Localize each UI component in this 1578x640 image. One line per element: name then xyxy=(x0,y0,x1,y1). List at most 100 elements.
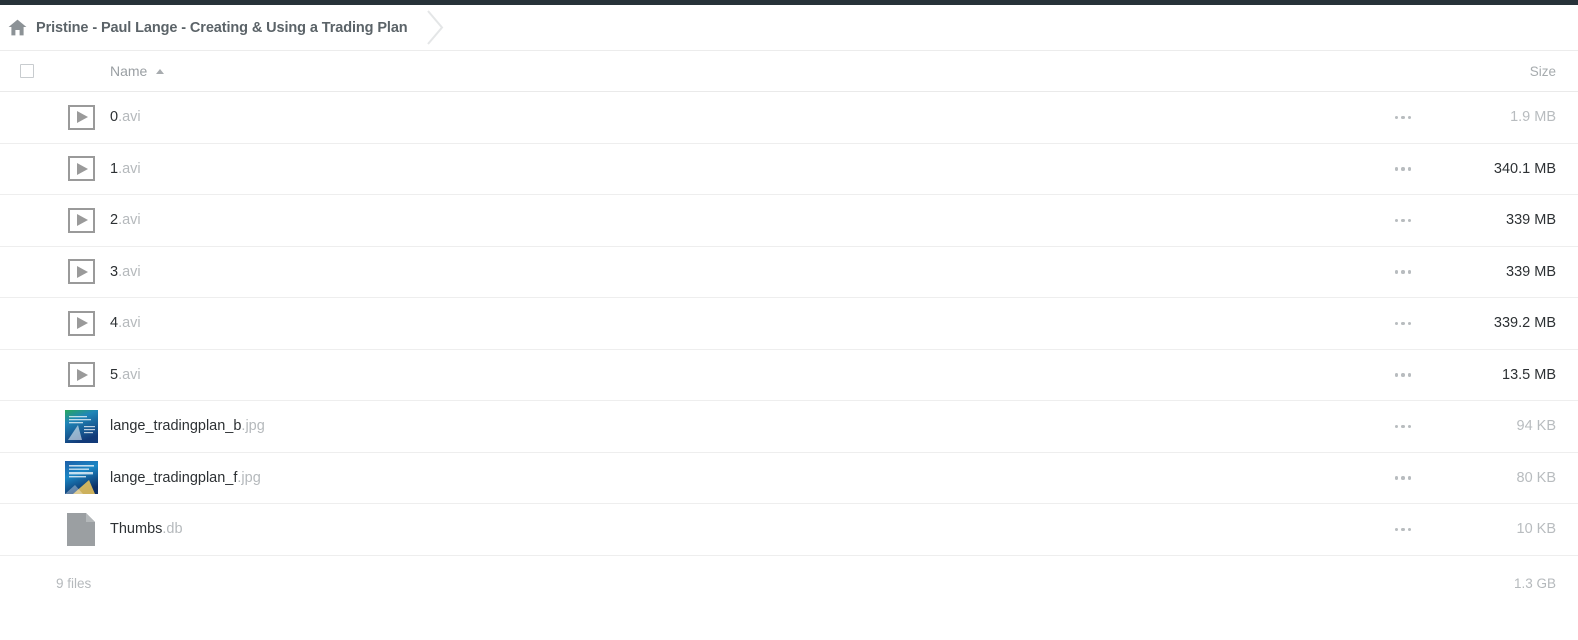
file-size-value: 10 KB xyxy=(1516,521,1557,538)
table-row[interactable]: lange_tradingplan_f .jpg 80 KB xyxy=(0,452,1578,504)
table-row[interactable]: 4 .avi 339.2 MB xyxy=(0,298,1578,350)
file-basename: Thumbs xyxy=(110,521,163,538)
image-thumbnail-b xyxy=(64,409,98,443)
row-menu-cell xyxy=(1358,419,1448,435)
file-icon-cell xyxy=(54,104,108,130)
file-basename: 3 xyxy=(110,263,119,280)
file-icon-cell xyxy=(54,362,108,388)
more-options-icon[interactable] xyxy=(1389,419,1418,435)
row-menu-cell xyxy=(1358,470,1448,486)
file-size-value: 80 KB xyxy=(1516,469,1557,486)
file-name-cell[interactable]: 2 .avi xyxy=(108,212,1358,228)
column-header-name-label: Name xyxy=(110,63,148,79)
breadcrumb: Pristine - Paul Lange - Creating & Using… xyxy=(0,5,1578,50)
file-name-cell[interactable]: 0 .avi xyxy=(108,109,1358,125)
file-icon-cell xyxy=(54,156,108,182)
file-size-value: 339 MB xyxy=(1506,263,1556,280)
file-icon-cell xyxy=(54,409,108,443)
file-size-cell: 339.2 MB xyxy=(1448,315,1578,331)
file-extension: .jpg xyxy=(237,469,261,486)
table-row[interactable]: 2 .avi 339 MB xyxy=(0,195,1578,247)
file-size-value: 340.1 MB xyxy=(1493,160,1556,177)
more-options-icon[interactable] xyxy=(1389,470,1418,486)
file-basename: 2 xyxy=(110,212,119,229)
file-extension: .avi xyxy=(118,366,141,383)
file-icon-cell xyxy=(54,259,108,285)
home-icon xyxy=(8,19,27,36)
header-checkbox-cell xyxy=(0,64,54,78)
video-play-icon xyxy=(67,310,95,336)
more-options-icon[interactable] xyxy=(1389,316,1418,332)
file-size-cell: 94 KB xyxy=(1448,418,1578,434)
file-extension: .db xyxy=(162,521,183,538)
table-row[interactable]: 3 .avi 339 MB xyxy=(0,246,1578,298)
table-row[interactable]: lange_tradingplan_b .jpg 94 KB xyxy=(0,401,1578,453)
file-size-cell: 339 MB xyxy=(1448,212,1578,228)
file-size-cell: 80 KB xyxy=(1448,470,1578,486)
header-size-cell: Size xyxy=(1448,64,1578,79)
file-basename: lange_tradingplan_b xyxy=(110,418,242,435)
table-row[interactable]: 1 .avi 340.1 MB xyxy=(0,143,1578,195)
more-options-icon[interactable] xyxy=(1389,110,1418,126)
file-basename: 1 xyxy=(110,160,119,177)
file-count-label: 9 files xyxy=(56,576,92,591)
file-name-cell[interactable]: 1 .avi xyxy=(108,161,1358,177)
file-name-cell[interactable]: lange_tradingplan_b .jpg xyxy=(108,418,1358,434)
total-size-label: 1.3 GB xyxy=(1513,576,1556,591)
file-name-cell[interactable]: Thumbs .db xyxy=(108,521,1358,537)
file-size-value: 1.9 MB xyxy=(1510,109,1556,126)
file-extension: .avi xyxy=(118,109,141,126)
file-extension: .avi xyxy=(118,160,141,177)
video-play-icon xyxy=(67,207,95,233)
file-icon-cell xyxy=(54,207,108,233)
table-row[interactable]: 0 .avi 1.9 MB xyxy=(0,92,1578,144)
more-options-icon[interactable] xyxy=(1389,522,1418,538)
row-menu-cell xyxy=(1358,264,1448,280)
more-options-icon[interactable] xyxy=(1389,161,1418,177)
file-name-cell[interactable]: 3 .avi xyxy=(108,264,1358,280)
file-size-cell: 339 MB xyxy=(1448,264,1578,280)
chevron-right-icon xyxy=(426,10,443,45)
table-body: 0 .avi 1.9 MB 1 .avi 340.1 MB 2 .avi 339 MB 3 .avi… xyxy=(0,92,1578,556)
more-options-icon[interactable] xyxy=(1389,213,1418,229)
file-basename: 0 xyxy=(110,109,119,126)
file-size-value: 339.2 MB xyxy=(1493,315,1556,332)
file-table: Name Size 0 .avi 1.9 MB 1 .avi 340.1 MB 2 .avi 3… xyxy=(0,50,1578,556)
file-extension: .avi xyxy=(118,212,141,229)
row-menu-cell xyxy=(1358,316,1448,332)
video-play-icon xyxy=(67,362,95,388)
file-extension: .avi xyxy=(118,315,141,332)
file-size-cell: 1.9 MB xyxy=(1448,109,1578,125)
table-row[interactable]: Thumbs .db 10 KB xyxy=(0,504,1578,556)
file-extension: .jpg xyxy=(241,418,265,435)
table-row[interactable]: 5 .avi 13.5 MB xyxy=(0,349,1578,401)
file-icon-cell xyxy=(54,461,108,495)
row-menu-cell xyxy=(1358,110,1448,126)
file-basename: lange_tradingplan_f xyxy=(110,469,238,486)
breadcrumb-label: Pristine - Paul Lange - Creating & Using… xyxy=(36,19,408,36)
video-play-icon xyxy=(67,259,95,285)
more-options-icon[interactable] xyxy=(1389,264,1418,280)
file-size-cell: 13.5 MB xyxy=(1448,367,1578,383)
file-name-cell[interactable]: 4 .avi xyxy=(108,315,1358,331)
column-header-size[interactable]: Size xyxy=(1530,64,1556,79)
select-all-checkbox[interactable] xyxy=(20,64,34,78)
file-icon-cell xyxy=(54,310,108,336)
file-size-value: 13.5 MB xyxy=(1502,366,1556,383)
file-name-cell[interactable]: lange_tradingplan_f .jpg xyxy=(108,470,1358,486)
table-header-row: Name Size xyxy=(0,51,1578,92)
breadcrumb-item-root[interactable]: Pristine - Paul Lange - Creating & Using… xyxy=(8,5,412,50)
row-menu-cell xyxy=(1358,522,1448,538)
row-menu-cell xyxy=(1358,367,1448,383)
generic-file-icon xyxy=(67,512,95,546)
image-thumbnail-f xyxy=(64,461,98,495)
file-basename: 5 xyxy=(110,366,119,383)
file-size-cell: 10 KB xyxy=(1448,521,1578,537)
file-extension: .avi xyxy=(118,263,141,280)
more-options-icon[interactable] xyxy=(1389,367,1418,383)
video-play-icon xyxy=(67,156,95,182)
file-name-cell[interactable]: 5 .avi xyxy=(108,367,1358,383)
header-name-cell: Name xyxy=(108,63,1358,79)
file-icon-cell xyxy=(54,512,108,546)
column-header-name[interactable]: Name xyxy=(110,63,165,79)
